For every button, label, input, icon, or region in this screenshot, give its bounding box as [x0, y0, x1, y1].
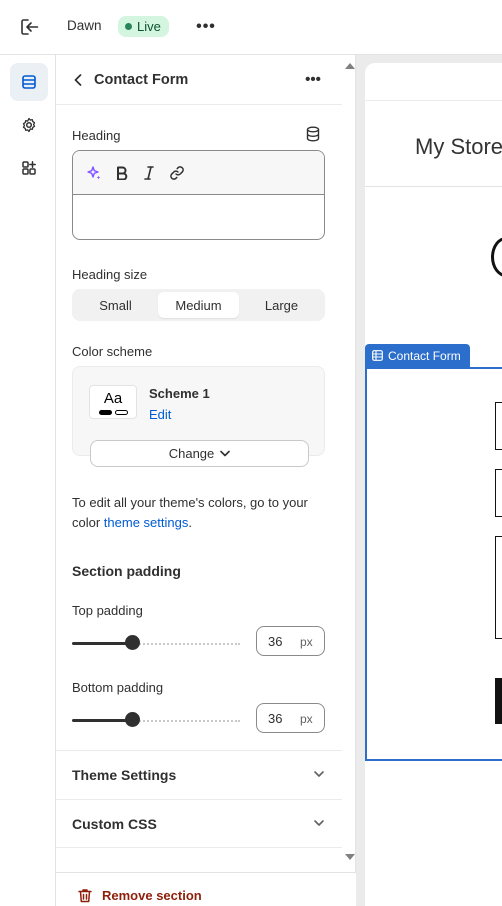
theme-settings-accordion-label: Theme Settings: [72, 767, 177, 783]
slider-handle[interactable]: [125, 635, 140, 650]
live-status-badge: Live: [118, 16, 169, 37]
section-settings-panel: Contact Form ••• Heading Heading size Sm: [56, 55, 356, 906]
panel-scrollbar[interactable]: [342, 55, 356, 867]
section-grid-icon: [372, 350, 383, 361]
trash-icon: [78, 889, 92, 903]
swatch-primary-pill: [99, 410, 112, 415]
chevron-left-icon: [74, 74, 82, 86]
sections-nav-button[interactable]: [10, 63, 48, 101]
top-bar: Dawn Live •••: [0, 0, 502, 55]
preview-comment-field[interactable]: [495, 536, 502, 639]
italic-icon: [144, 166, 154, 180]
color-scheme-label: Color scheme: [72, 344, 153, 359]
live-dot-icon: [125, 23, 132, 30]
sparkle-icon: [87, 166, 101, 180]
panel-header: Contact Form •••: [56, 55, 342, 105]
link-button[interactable]: [166, 162, 188, 184]
bottom-padding-unit: px: [300, 712, 313, 726]
ai-generate-button[interactable]: [83, 162, 105, 184]
theme-settings-nav-button[interactable]: [10, 106, 48, 144]
preview-name-field[interactable]: [495, 402, 502, 450]
preview-announcement-bar: [365, 63, 502, 101]
slider-fill: [72, 642, 132, 645]
section-padding-title: Section padding: [72, 563, 181, 579]
dynamic-source-icon[interactable]: [306, 126, 320, 142]
preview-heading-glyph: [491, 237, 502, 277]
scroll-down-arrow-icon[interactable]: [345, 854, 355, 860]
selected-section-frame[interactable]: [365, 367, 502, 761]
live-status-label: Live: [137, 19, 161, 34]
bottom-padding-slider[interactable]: [72, 710, 240, 730]
custom-css-accordion-label: Custom CSS: [72, 816, 157, 832]
preview-email-field[interactable]: [495, 469, 502, 517]
slider-track: [132, 720, 240, 722]
apps-nav-button[interactable]: [10, 149, 48, 187]
color-help-text: To edit all your theme's colors, go to y…: [72, 493, 322, 533]
heading-size-large-option[interactable]: Large: [241, 292, 322, 318]
top-padding-slider[interactable]: [72, 633, 240, 653]
heading-text-area[interactable]: [73, 195, 324, 239]
top-padding-label: Top padding: [72, 603, 143, 618]
remove-section-label: Remove section: [102, 888, 202, 903]
selected-section-tag[interactable]: Contact Form: [365, 344, 470, 367]
edit-scheme-link[interactable]: Edit: [149, 407, 171, 422]
italic-button[interactable]: [138, 162, 160, 184]
slider-fill: [72, 719, 132, 722]
back-button[interactable]: [70, 71, 86, 89]
bottom-padding-label: Bottom padding: [72, 680, 164, 695]
preview-store-title: My Store: [415, 134, 502, 159]
heading-size-medium-option[interactable]: Medium: [158, 292, 239, 318]
theme-settings-link[interactable]: theme settings: [104, 515, 189, 530]
chevron-down-icon: [314, 771, 324, 777]
change-scheme-label: Change: [168, 446, 215, 461]
custom-css-accordion[interactable]: Custom CSS: [56, 799, 342, 848]
left-rail: [0, 55, 56, 906]
top-padding-input[interactable]: 36 px: [256, 626, 325, 656]
more-actions-button[interactable]: •••: [195, 16, 217, 38]
change-scheme-button[interactable]: Change: [90, 440, 309, 467]
apps-icon: [22, 161, 36, 175]
chevron-down-icon: [314, 820, 324, 826]
preview-submit-button[interactable]: [495, 678, 502, 724]
link-icon: [170, 166, 184, 180]
heading-label: Heading: [72, 128, 121, 143]
heading-rich-text-editor: [72, 150, 325, 240]
top-padding-value: 36: [268, 634, 283, 649]
scroll-up-arrow-icon[interactable]: [345, 63, 355, 69]
panel-title: Contact Form: [94, 72, 189, 88]
preview-header[interactable]: My Store: [365, 101, 502, 187]
theme-name: Dawn: [67, 18, 102, 33]
color-scheme-card: Aa Scheme 1 Edit Change: [72, 366, 325, 467]
exit-icon[interactable]: [18, 16, 42, 38]
gear-icon: [22, 117, 36, 133]
bottom-padding-input[interactable]: 36 px: [256, 703, 325, 733]
panel-footer: Remove section: [56, 872, 356, 906]
chevron-down-icon: [220, 450, 231, 457]
remove-section-button[interactable]: Remove section: [78, 888, 202, 903]
heading-size-segmented-control: Small Medium Large: [72, 289, 325, 321]
rte-toolbar: [73, 151, 324, 195]
section-more-button[interactable]: •••: [302, 69, 324, 89]
scheme-name: Scheme 1: [149, 386, 210, 401]
heading-size-label: Heading size: [72, 267, 148, 282]
bold-icon: [117, 166, 128, 180]
bold-button[interactable]: [111, 162, 133, 184]
bottom-padding-value: 36: [268, 711, 283, 726]
swatch-secondary-pill: [115, 410, 128, 415]
scheme-swatch: Aa: [89, 385, 137, 419]
heading-size-small-option[interactable]: Small: [75, 292, 156, 318]
color-help-suffix: .: [188, 515, 192, 530]
slider-track: [132, 643, 240, 645]
theme-settings-accordion[interactable]: Theme Settings: [56, 750, 342, 799]
sections-icon: [22, 75, 36, 89]
slider-handle[interactable]: [125, 712, 140, 727]
top-padding-unit: px: [300, 635, 313, 649]
swatch-preview-text: Aa: [103, 390, 123, 407]
section-tag-label: Contact Form: [388, 348, 461, 363]
